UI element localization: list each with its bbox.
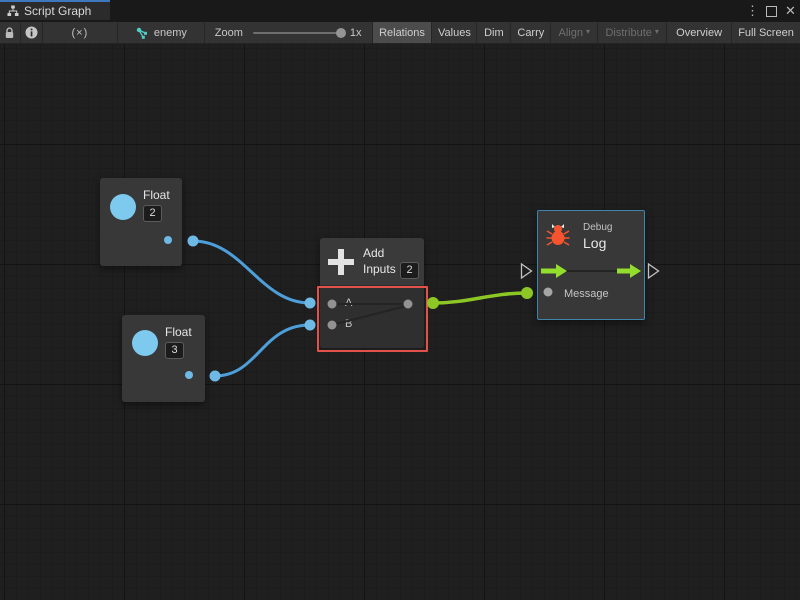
script-graph-icon — [7, 5, 19, 17]
relations-label: Relations — [379, 27, 425, 39]
dropdown-caret-icon: ▾ — [655, 27, 659, 36]
distribute-label: Distribute — [605, 27, 651, 39]
bug-icon — [546, 220, 570, 246]
values-label: Values — [438, 27, 471, 39]
float-value-field[interactable]: 3 — [165, 342, 184, 359]
tab-script-graph[interactable]: Script Graph — [0, 0, 110, 20]
fullscreen-button[interactable]: Full Screen — [732, 22, 800, 43]
graph-toolbar: (×) enemy Zoom 1x Relations Values Dim C… — [0, 22, 800, 44]
message-port-label: Message — [564, 288, 609, 300]
variables-icon: (×) — [72, 27, 89, 39]
carry-button[interactable]: Carry — [511, 22, 551, 43]
dim-label: Dim — [484, 27, 504, 39]
node-title: Float — [143, 188, 170, 202]
overview-label: Overview — [676, 27, 722, 39]
lock-icon — [4, 27, 15, 39]
close-icon[interactable]: ✕ — [781, 0, 800, 22]
fullscreen-label: Full Screen — [738, 27, 794, 39]
window-menu-icon[interactable]: ⋮ — [743, 0, 762, 22]
zoom-value: 1x — [350, 27, 362, 39]
zoom-slider-handle[interactable] — [336, 28, 346, 38]
node-title: Add — [363, 246, 384, 260]
inputs-value-field[interactable]: 2 — [400, 262, 419, 279]
carry-label: Carry — [517, 27, 544, 39]
dropdown-caret-icon: ▾ — [586, 27, 590, 36]
float-node-2[interactable]: Float 3 — [122, 315, 205, 402]
error-highlight-outline — [317, 286, 428, 352]
info-icon — [25, 26, 38, 39]
graph-asset-icon — [136, 27, 149, 39]
debug-log-node[interactable]: Debug Log Message — [537, 210, 645, 320]
lock-button[interactable] — [0, 22, 21, 43]
title-bar: Script Graph ⋮ ✕ — [0, 0, 800, 22]
overview-button[interactable]: Overview — [667, 22, 732, 43]
graph-name-label: enemy — [154, 27, 187, 39]
tab-label: Script Graph — [24, 4, 91, 18]
dim-button[interactable]: Dim — [477, 22, 511, 43]
inputs-label: Inputs — [363, 262, 396, 276]
values-button[interactable]: Values — [432, 22, 477, 43]
float-node-1[interactable]: Float 2 — [100, 178, 182, 266]
zoom-control: Zoom 1x — [205, 22, 373, 43]
variables-button[interactable]: (×) — [43, 22, 118, 43]
zoom-slider[interactable] — [253, 32, 344, 34]
script-graph-window: Script Graph ⋮ ✕ (×) — [0, 0, 800, 600]
node-title: Float — [165, 325, 192, 339]
plus-icon — [328, 249, 354, 275]
node-category: Debug — [583, 222, 612, 233]
info-button[interactable] — [21, 22, 43, 43]
relations-button[interactable]: Relations — [373, 22, 433, 43]
node-title: Log — [583, 235, 606, 251]
float-icon — [132, 330, 158, 356]
align-label: Align — [559, 27, 583, 39]
distribute-button[interactable]: Distribute ▾ — [598, 22, 667, 43]
add-node-header[interactable]: Add Inputs 2 — [320, 238, 424, 285]
zoom-label: Zoom — [215, 27, 243, 39]
maximize-icon[interactable] — [762, 0, 781, 22]
float-icon — [110, 194, 136, 220]
float-value-field[interactable]: 2 — [143, 205, 162, 222]
align-button[interactable]: Align▾ — [551, 22, 598, 43]
graph-name-button[interactable]: enemy — [118, 22, 205, 43]
